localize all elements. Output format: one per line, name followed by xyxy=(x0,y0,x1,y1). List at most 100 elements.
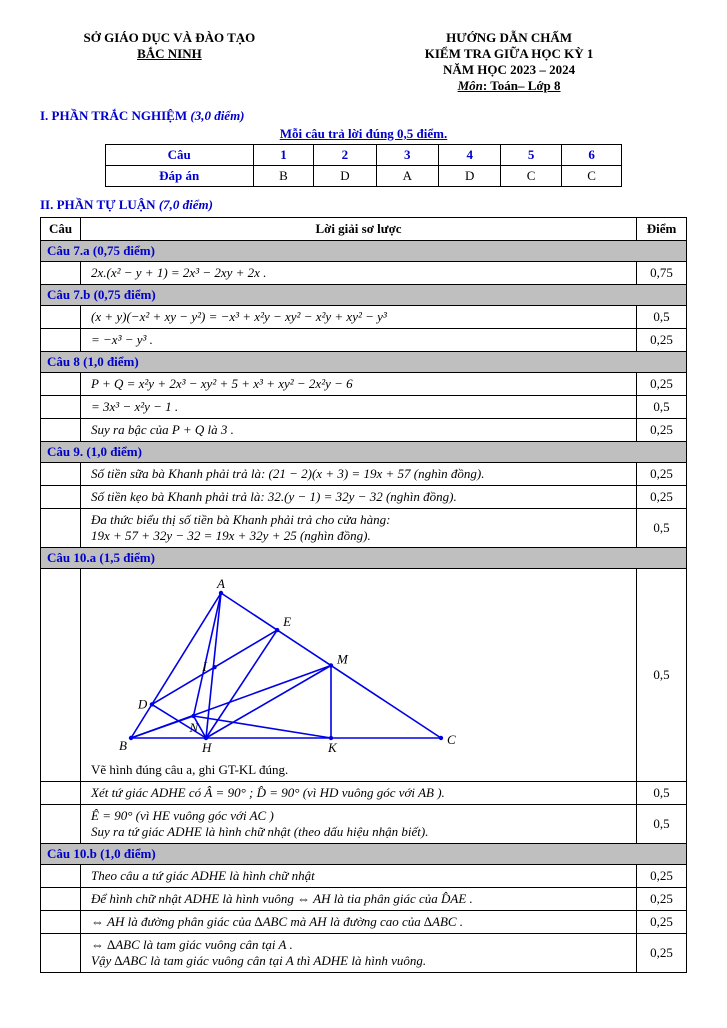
svg-text:K: K xyxy=(327,740,338,755)
solution-row: Suy ra bậc của P + Q là 3 .0,25 xyxy=(41,419,687,442)
mc-col-6: 6 xyxy=(561,145,621,166)
points-cell: 0,5 xyxy=(637,805,687,844)
solution-text: Theo câu a tứ giác ADHE là hình chữ nhật xyxy=(81,865,637,888)
mc-col-2: 2 xyxy=(314,145,376,166)
col-header-points: Điểm xyxy=(637,218,687,241)
row-q-cell xyxy=(41,865,81,888)
row-q-cell xyxy=(41,805,81,844)
triangle-diagram: ABCHDEIKMN xyxy=(101,578,461,758)
col-header-solution: Lời giải sơ lược xyxy=(81,218,637,241)
solution-text: Đa thức biểu thị số tiền bà Khanh phải t… xyxy=(81,509,637,548)
section2-title: II. PHẦN TỰ LUẬN xyxy=(40,197,156,212)
row-q-cell xyxy=(41,486,81,509)
org-line2: BẮC NINH xyxy=(40,46,299,62)
section-header-row: Câu 7.a (0,75 điểm) xyxy=(41,241,687,262)
solution-text: 2x.(x² − y + 1) = 2x³ − 2xy + 2x . xyxy=(81,262,637,285)
solution-row: Ê = 90° (vì HE vuông góc với AC )Suy ra … xyxy=(41,805,687,844)
points-cell: 0,5 xyxy=(637,509,687,548)
section-header-cell: Câu 8 (1,0 điểm) xyxy=(41,352,687,373)
mc-col-3: 3 xyxy=(376,145,438,166)
solution-row: 2x.(x² − y + 1) = 2x³ − 2xy + 2x .0,75 xyxy=(41,262,687,285)
points-cell: 0,25 xyxy=(637,888,687,911)
points-cell: 0,5 xyxy=(637,782,687,805)
solution-row: = −x³ − y³ .0,25 xyxy=(41,329,687,352)
svg-text:I: I xyxy=(202,659,208,674)
solution-row: Xét tứ giác ADHE có Â = 90° ; D̂ = 90° (… xyxy=(41,782,687,805)
section2-heading: II. PHẦN TỰ LUẬN (7,0 điểm) xyxy=(40,197,687,213)
section-header-cell: Câu 7.a (0,75 điểm) xyxy=(41,241,687,262)
mc-label-answer: Đáp án xyxy=(105,166,253,187)
solution-table: Câu Lời giải sơ lược Điểm Câu 7.a (0,75 … xyxy=(40,217,687,973)
points-cell: 0,25 xyxy=(637,463,687,486)
row-q-cell xyxy=(41,888,81,911)
points-cell: 0,25 xyxy=(637,373,687,396)
svg-text:A: A xyxy=(216,578,225,591)
solution-row: Theo câu a tứ giác ADHE là hình chữ nhật… xyxy=(41,865,687,888)
multiple-choice-table: Câu 1 2 3 4 5 6 Đáp án B D A D C C xyxy=(105,144,623,187)
solution-row: ⇔ ∆ABC là tam giác vuông cân tại A .Vậy … xyxy=(41,934,687,973)
document-header: SỞ GIÁO DỤC VÀ ĐÀO TẠO BẮC NINH HƯỚNG DẪ… xyxy=(40,30,687,94)
title-line2: KIỂM TRA GIỮA HỌC KỲ 1 xyxy=(331,46,687,62)
row-q-cell xyxy=(41,509,81,548)
solution-text: P + Q = x²y + 2x³ − xy² + 5 + x³ + xy² −… xyxy=(81,373,637,396)
solution-text: Suy ra bậc của P + Q là 3 . xyxy=(81,419,637,442)
section-header-cell: Câu 9. (1,0 điểm) xyxy=(41,442,687,463)
mc-col-5: 5 xyxy=(501,145,561,166)
row-q-cell xyxy=(41,569,81,782)
title-line3: NĂM HỌC 2023 – 2024 xyxy=(331,62,687,78)
section-header-row: Câu 7.b (0,75 điểm) xyxy=(41,285,687,306)
row-q-cell xyxy=(41,396,81,419)
solution-text: = 3x³ − x²y − 1 . xyxy=(81,396,637,419)
section1-heading: I. PHẦN TRẮC NGHIỆM (3,0 điểm) xyxy=(40,108,687,124)
solution-row: = 3x³ − x²y − 1 .0,5 xyxy=(41,396,687,419)
section-header-cell: Câu 7.b (0,75 điểm) xyxy=(41,285,687,306)
mc-col-4: 4 xyxy=(439,145,501,166)
subject-value: : Toán– Lớp 8 xyxy=(483,78,561,93)
solution-text: Số tiền sữa bà Khanh phải trả là: (21 − … xyxy=(81,463,637,486)
points-cell: 0,25 xyxy=(637,865,687,888)
svg-text:N: N xyxy=(189,720,200,735)
svg-text:E: E xyxy=(282,614,291,629)
svg-text:C: C xyxy=(447,732,456,747)
geometry-caption: Vẽ hình đúng câu a, ghi GT-KL đúng. xyxy=(91,762,630,778)
mc-ans-5: C xyxy=(501,166,561,187)
points-cell: 0,5 xyxy=(637,306,687,329)
row-q-cell xyxy=(41,373,81,396)
solution-text: (x + y)(−x² + xy − y²) = −x³ + x²y − xy²… xyxy=(81,306,637,329)
solution-row: P + Q = x²y + 2x³ − xy² + 5 + x³ + xy² −… xyxy=(41,373,687,396)
solution-table-header: Câu Lời giải sơ lược Điểm xyxy=(41,218,687,241)
points-cell: 0,25 xyxy=(637,486,687,509)
title-line4: Môn: Toán– Lớp 8 xyxy=(331,78,687,94)
geometry-row: ABCHDEIKMNVẽ hình đúng câu a, ghi GT-KL … xyxy=(41,569,687,782)
points-cell: 0,25 xyxy=(637,329,687,352)
section1-note: Mỗi câu trả lời đúng 0,5 điểm. xyxy=(40,126,687,142)
org-line1: SỞ GIÁO DỤC VÀ ĐÀO TẠO xyxy=(40,30,299,46)
points-cell: 0,5 xyxy=(637,396,687,419)
mc-ans-6: C xyxy=(561,166,621,187)
header-left: SỞ GIÁO DỤC VÀ ĐÀO TẠO BẮC NINH xyxy=(40,30,299,94)
solution-text: Để hình chữ nhật ADHE là hình vuông ⇔ AH… xyxy=(81,888,637,911)
svg-text:M: M xyxy=(336,652,349,667)
solution-row: Để hình chữ nhật ADHE là hình vuông ⇔ AH… xyxy=(41,888,687,911)
svg-text:D: D xyxy=(137,696,148,711)
solution-text: Xét tứ giác ADHE có Â = 90° ; D̂ = 90° (… xyxy=(81,782,637,805)
solution-row: (x + y)(−x² + xy − y²) = −x³ + x²y − xy²… xyxy=(41,306,687,329)
row-q-cell xyxy=(41,306,81,329)
row-q-cell xyxy=(41,463,81,486)
points-cell: 0,5 xyxy=(637,569,687,782)
row-q-cell xyxy=(41,329,81,352)
row-q-cell xyxy=(41,782,81,805)
solution-text: = −x³ − y³ . xyxy=(81,329,637,352)
points-cell: 0,25 xyxy=(637,911,687,934)
header-right: HƯỚNG DẪN CHẤM KIỂM TRA GIỮA HỌC KỲ 1 NĂ… xyxy=(331,30,687,94)
mc-ans-4: D xyxy=(439,166,501,187)
svg-text:H: H xyxy=(201,740,212,755)
solution-row: Số tiền sữa bà Khanh phải trả là: (21 − … xyxy=(41,463,687,486)
subject-label: Môn xyxy=(458,78,483,93)
mc-label-question: Câu xyxy=(105,145,253,166)
section-header-row: Câu 9. (1,0 điểm) xyxy=(41,442,687,463)
section-header-cell: Câu 10.a (1,5 điểm) xyxy=(41,548,687,569)
row-q-cell xyxy=(41,934,81,973)
points-cell: 0,25 xyxy=(637,934,687,973)
row-q-cell xyxy=(41,419,81,442)
